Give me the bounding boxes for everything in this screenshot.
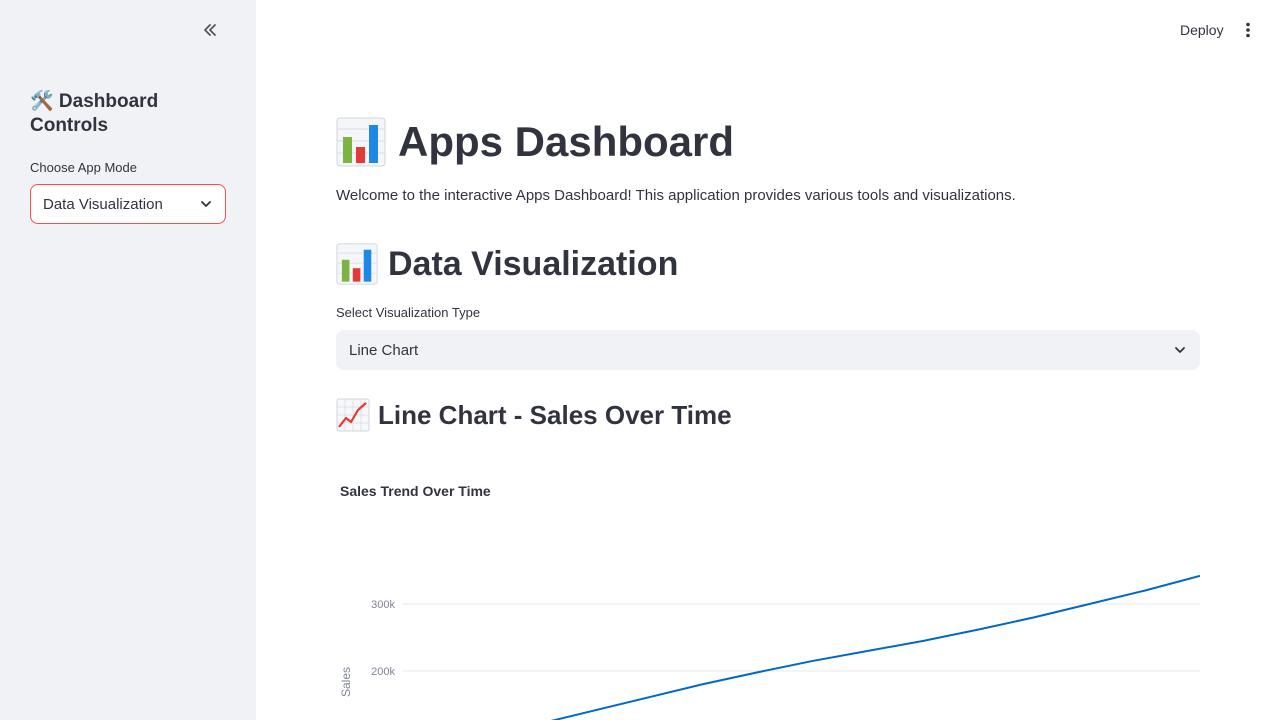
sidebar-title: 🛠️ Dashboard Controls	[30, 91, 159, 136]
app-mode-value: Data Visualization	[43, 195, 163, 213]
viz-type-value: Line Chart	[349, 341, 419, 359]
y-tick-label: 200k	[371, 666, 395, 678]
viz-type-select[interactable]: Line Chart	[336, 330, 1200, 370]
chart-heading-text: Line Chart - Sales Over Time	[378, 399, 732, 430]
sidebar: 🛠️ Dashboard Controls Choose App Mode Da…	[0, 0, 256, 720]
intro-text: Welcome to the interactive Apps Dashboar…	[336, 187, 1016, 204]
series-line	[550, 574, 1200, 720]
collapse-sidebar-icon[interactable]	[198, 18, 222, 42]
viz-type-label: Select Visualization Type	[336, 305, 481, 320]
page-title-text: Apps Dashboard	[398, 118, 735, 165]
deploy-button[interactable]: Deploy	[1172, 18, 1232, 42]
section-title-text: Data Visualization	[388, 244, 679, 283]
y-tick-label: 300k	[371, 599, 395, 611]
app-mode-label: Choose App Mode	[30, 160, 137, 175]
chart-canvas: 200k 300k Sales	[339, 574, 1200, 720]
page-title: Apps Dashboard	[336, 114, 734, 170]
line-chart: Sales Trend Over Time 200k 300k Sales	[336, 470, 1200, 720]
chevron-down-icon	[201, 201, 211, 207]
bar-chart-icon	[336, 243, 378, 285]
section-title: Data Visualization	[336, 240, 678, 288]
trend-up-icon	[336, 398, 370, 432]
y-axis-label: Sales	[339, 667, 353, 697]
app-mode-select[interactable]: Data Visualization	[30, 184, 226, 224]
chart-heading: Line Chart - Sales Over Time	[336, 396, 732, 434]
bar-chart-icon	[336, 117, 386, 167]
chevron-down-icon	[1175, 347, 1185, 353]
more-options-icon[interactable]	[1238, 18, 1258, 42]
